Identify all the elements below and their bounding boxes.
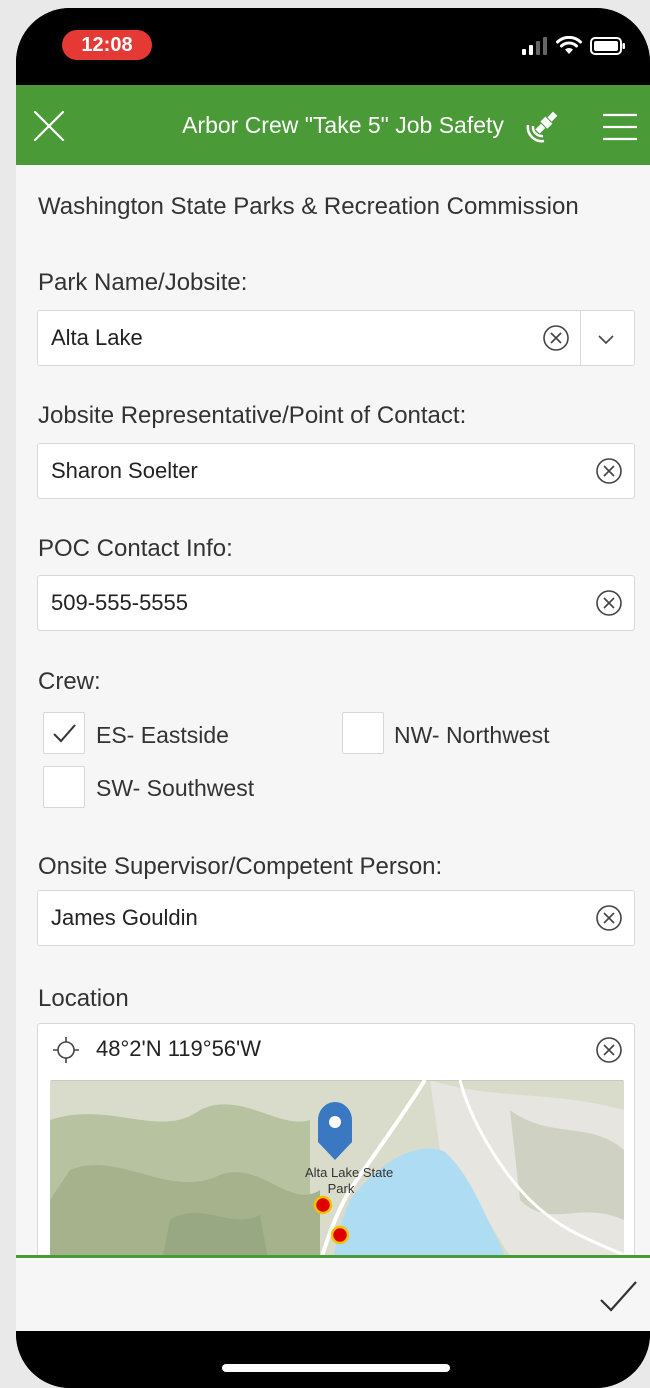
location-coordinates: 48°2'N 119°56'W — [96, 1036, 262, 1061]
home-indicator-area — [16, 1331, 650, 1388]
map-park-label-2: Park — [328, 1181, 355, 1196]
location-label: Location — [38, 985, 129, 1012]
map-poi-marker[interactable] — [313, 1195, 333, 1215]
poc-info-input[interactable]: 509-555-5555 — [37, 575, 635, 631]
clear-icon[interactable] — [595, 457, 623, 485]
clear-icon[interactable] — [595, 589, 623, 617]
checkmark-icon — [53, 724, 76, 743]
location-field[interactable]: 48°2'N 119°56'W Alta Lake State Park — [37, 1023, 635, 1255]
crew-label-nw: NW- Northwest — [394, 722, 550, 748]
organization-heading: Washington State Parks & Recreation Comm… — [38, 193, 579, 220]
status-bar: 12:08 — [16, 8, 650, 85]
poc-label: Jobsite Representative/Point of Contact: — [38, 402, 467, 429]
wifi-icon — [556, 36, 582, 54]
signal-icon — [522, 37, 547, 55]
clear-icon[interactable] — [542, 324, 570, 352]
crosshair-icon[interactable] — [52, 1036, 80, 1064]
map-park-label: Alta Lake State — [305, 1165, 393, 1180]
poc-value: Sharon Soelter — [51, 458, 198, 483]
supervisor-input[interactable]: James Gouldin — [37, 890, 635, 946]
location-map[interactable]: Alta Lake State Park — [50, 1080, 624, 1255]
home-indicator[interactable] — [222, 1364, 450, 1372]
battery-icon — [590, 37, 625, 55]
poc-info-label: POC Contact Info: — [38, 535, 233, 562]
crew-checkbox-sw[interactable] — [43, 766, 85, 808]
park-value: Alta Lake — [51, 325, 143, 350]
park-label: Park Name/Jobsite: — [38, 269, 248, 296]
crew-checkbox-es[interactable] — [43, 712, 85, 754]
form-scroll-area[interactable]: Washington State Parks & Recreation Comm… — [16, 165, 650, 1255]
crew-checkbox-nw[interactable] — [342, 712, 384, 754]
submit-check-icon[interactable] — [598, 1278, 638, 1314]
status-icons — [522, 34, 626, 58]
map-poi-marker[interactable] — [330, 1225, 350, 1245]
poc-info-value: 509-555-5555 — [51, 590, 189, 615]
app-bar: Arbor Crew "Take 5" Job Safety — [16, 85, 650, 165]
park-dropdown[interactable]: Alta Lake — [37, 310, 635, 366]
chevron-down-icon[interactable] — [594, 327, 618, 351]
bottom-toolbar — [16, 1255, 650, 1331]
crew-label-sw: SW- Southwest — [96, 775, 255, 801]
supervisor-value: James Gouldin — [51, 905, 198, 930]
clear-icon[interactable] — [595, 904, 623, 932]
supervisor-label: Onsite Supervisor/Competent Person: — [38, 853, 443, 880]
status-time: 12:08 — [62, 30, 152, 60]
poc-input[interactable]: Sharon Soelter — [37, 443, 635, 499]
clear-icon[interactable] — [595, 1036, 623, 1064]
crew-label: Crew: — [38, 668, 101, 695]
phone-frame: 12:08 Arbor Crew "Take 5" Job Safety Was… — [16, 8, 650, 1388]
crew-label-es: ES- Eastside — [96, 722, 229, 748]
dropdown-separator — [580, 311, 581, 365]
gps-satellite-icon[interactable] — [524, 109, 560, 145]
menu-icon[interactable] — [602, 113, 638, 141]
